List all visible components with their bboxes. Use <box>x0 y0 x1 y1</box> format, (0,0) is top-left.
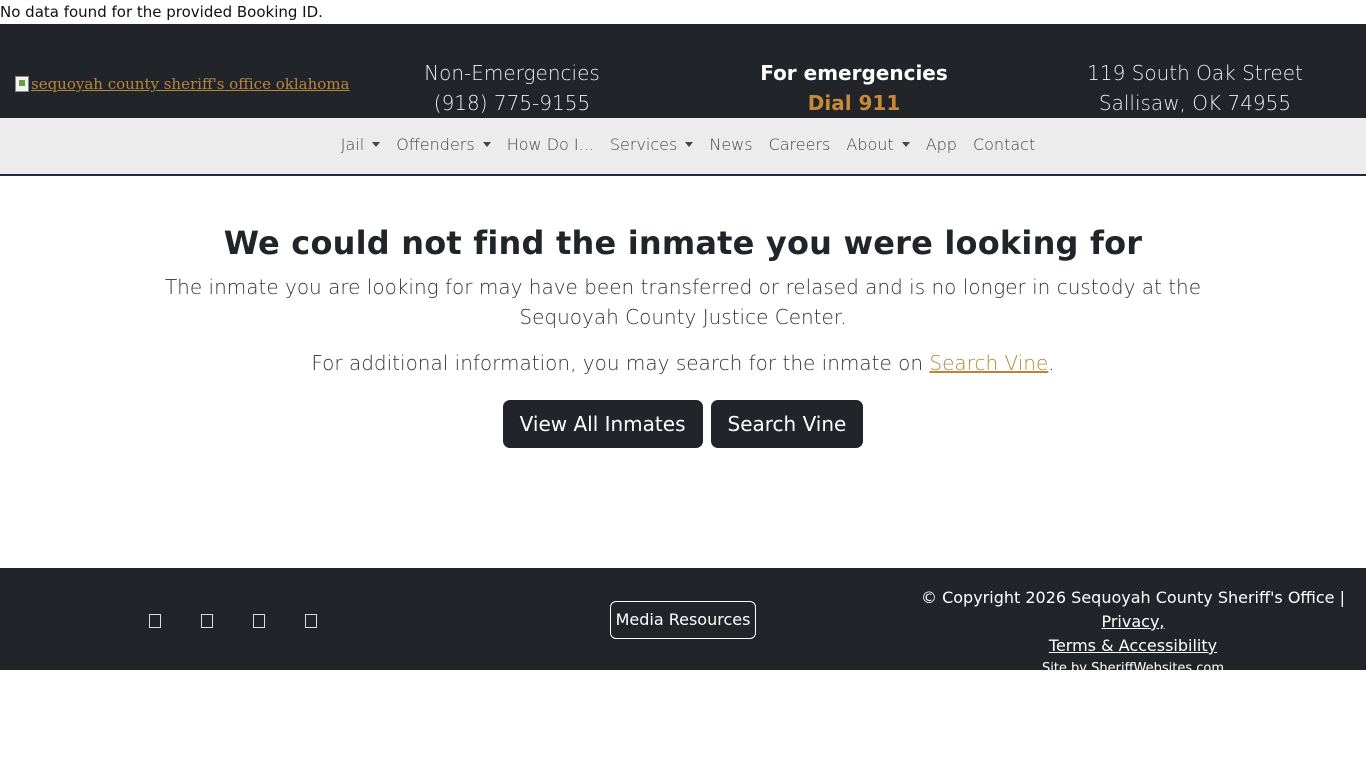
social-icon-4[interactable] <box>305 614 317 628</box>
additional-info: For additional information, you may sear… <box>0 348 1366 378</box>
booking-id-message: No data found for the provided Booking I… <box>0 3 323 21</box>
copyright-block: © Copyright 2026 Sequoyah County Sheriff… <box>900 586 1366 680</box>
page-title: We could not find the inmate you were lo… <box>223 224 1143 262</box>
media-resources-button[interactable]: Media Resources <box>610 601 756 639</box>
site-logo-link[interactable]: sequoyah county sheriff's office oklahom… <box>15 75 349 93</box>
logo-alt-text: sequoyah county sheriff's office oklahom… <box>31 75 350 93</box>
nav-label: Careers <box>768 135 831 154</box>
nav-item-services[interactable]: Services <box>609 135 694 154</box>
nav-label: Contact <box>972 135 1036 154</box>
nav-item-about[interactable]: About <box>846 135 910 154</box>
search-vine-button[interactable]: Search Vine <box>710 400 864 448</box>
nav-item-jail[interactable]: Jail <box>340 135 381 154</box>
nav-item-offenders[interactable]: Offenders <box>396 135 491 154</box>
caret-down-icon <box>685 142 694 147</box>
social-icon-2[interactable] <box>201 614 213 628</box>
nav-item-app[interactable]: App <box>926 135 957 154</box>
non-emergency-block: Non-Emergencies (918) 775-9155 <box>412 58 612 118</box>
address-block: 119 South Oak Street Sallisaw, OK 74955 <box>1075 58 1315 118</box>
caret-down-icon <box>372 142 381 147</box>
main-content: We could not find the inmate you were lo… <box>0 176 1366 568</box>
terms-link[interactable]: Terms & Accessibility <box>1049 636 1217 655</box>
nav-item-news[interactable]: News <box>709 135 752 154</box>
search-vine-link[interactable]: Search Vine <box>929 351 1048 375</box>
site-header: sequoyah county sheriff's office oklahom… <box>0 24 1366 118</box>
nav-label: About <box>846 135 894 154</box>
non-emergency-label: Non-Emergencies <box>424 61 600 85</box>
caret-down-icon <box>482 142 491 147</box>
nav-label: Jail <box>340 135 365 154</box>
nav-label: Services <box>609 135 678 154</box>
not-found-message: The inmate you are looking for may have … <box>164 275 1202 329</box>
nav-label: Offenders <box>396 135 475 154</box>
nav-label: How Do I... <box>506 135 594 154</box>
nav-item-contact[interactable]: Contact <box>973 135 1035 154</box>
nav-item-how-do-i[interactable]: How Do I... <box>507 135 594 154</box>
nav-item-careers[interactable]: Careers <box>769 135 831 154</box>
action-buttons: View All Inmates Search Vine <box>0 400 1366 448</box>
additional-info-text: For additional information, you may sear… <box>311 351 930 375</box>
broken-image-icon <box>15 76 29 92</box>
nav-label: App <box>925 135 957 154</box>
non-emergency-phone[interactable]: (918) 775-9155 <box>412 88 612 118</box>
social-icon-1[interactable] <box>149 614 161 628</box>
site-footer: Media Resources © Copyright 2026 Sequoya… <box>0 568 1366 676</box>
additional-info-suffix: . <box>1048 351 1055 375</box>
caret-down-icon <box>901 142 910 147</box>
social-icon-3[interactable] <box>253 614 265 628</box>
emergency-label: For emergencies <box>760 61 948 85</box>
copyright-text: © Copyright 2026 Sequoyah County Sheriff… <box>921 588 1345 607</box>
address-line-1: 119 South Oak Street <box>1087 61 1303 85</box>
site-by-link[interactable]: Site by SheriffWebsites.com <box>900 658 1366 680</box>
nav-label: News <box>709 135 753 154</box>
privacy-link[interactable]: Privacy, <box>1101 612 1164 631</box>
emergency-block: For emergencies Dial 911 <box>744 58 964 118</box>
address-line-2: Sallisaw, OK 74955 <box>1098 91 1292 115</box>
main-nav: Jail Offenders How Do I... Services News… <box>0 118 1366 176</box>
emergency-dial[interactable]: Dial 911 <box>744 88 964 118</box>
view-all-inmates-button[interactable]: View All Inmates <box>502 400 703 448</box>
